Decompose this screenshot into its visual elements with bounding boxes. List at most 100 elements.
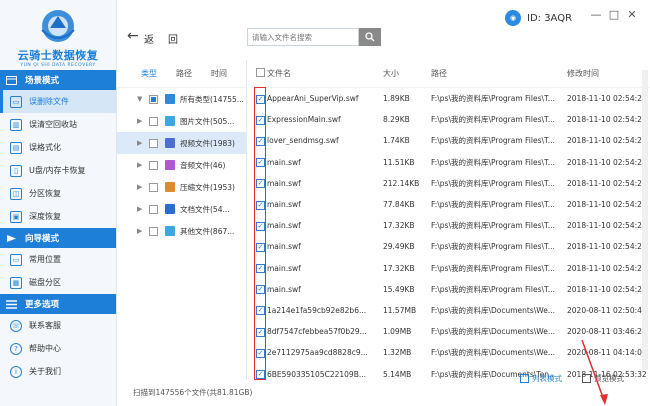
tree-row[interactable]: ▶ 压缩文件(1953) (117, 176, 246, 198)
table-row[interactable]: ✓ AppearAni_SuperVip.swf 1.89KB F:\ps\我的资料库… (250, 88, 650, 110)
tree-row[interactable]: ▶ 音频文件(46) (117, 154, 246, 176)
tree-checkbox[interactable] (149, 204, 158, 214)
table-row[interactable]: ✓ main.swf 11.51KB F:\ps\我的资料库\Program File… (250, 152, 650, 173)
table-row[interactable]: ✓ main.swf 77.84KB F:\ps\我的资料库\Program File… (250, 194, 650, 215)
table-row[interactable]: ✓ lover_sendmsg.swf 1.74KB F:\ps\我的资料库\Prog… (250, 130, 650, 152)
sidebar-item-deleted-files[interactable]: ▭ 误删除文件 (0, 90, 116, 113)
table-row[interactable]: ✓ ExpressionMain.swf 8.29KB F:\ps\我的资料库\Pro… (250, 109, 650, 130)
row-checkbox[interactable]: ✓ (256, 158, 265, 168)
tree-row[interactable]: ▶ 文档文件(54... (117, 198, 246, 220)
header-name[interactable]: 文件名 (267, 68, 383, 79)
tree-checkbox[interactable] (149, 116, 158, 126)
row-checkbox[interactable]: ✓ (256, 264, 265, 274)
tree-row-label: 其他文件(867... (180, 226, 235, 236)
search-button[interactable] (359, 28, 381, 46)
sidebar-item-format[interactable]: ▤ 误格式化 (0, 136, 116, 159)
table-row[interactable]: ✓ 8df7547cfebbea57f0b29... 1.09MB F:\ps\我的资… (250, 321, 650, 342)
group-scene-mode[interactable]: 场景模式 (0, 70, 116, 90)
chevron-right-icon[interactable]: ▶ (137, 183, 145, 191)
tree-checkbox[interactable] (149, 94, 158, 104)
scrollbar[interactable] (642, 70, 648, 370)
chevron-down-icon[interactable]: ▼ (137, 95, 145, 103)
home-button[interactable]: 回 (168, 31, 178, 46)
sidebar-item-deep-recovery[interactable]: ▣ 深度恢复 (0, 205, 116, 228)
table-row[interactable]: ✓ main.swf 17.32KB F:\ps\我的资料库\Program File… (250, 215, 650, 237)
tab-path[interactable]: 路径 (176, 68, 192, 79)
tree-checkbox[interactable] (149, 226, 158, 236)
list-view-icon (520, 374, 529, 383)
back-arrow-icon[interactable]: ← (127, 28, 139, 44)
file-path: F:\ps\我的资料库\Program Files\T... (431, 178, 555, 188)
file-name: 6BE590335105C22109B... (267, 369, 366, 379)
logo-title: 云骑士数据恢复 (17, 49, 99, 62)
headset-icon: ☏ (10, 319, 22, 332)
tree-row-label: 图片文件(505... (180, 116, 235, 126)
select-all-checkbox[interactable] (256, 68, 265, 77)
table-row[interactable]: ✓ 2e7112975aa9cd8828c9... 1.32MB F:\ps\我的资料… (250, 342, 650, 364)
group-wizard-mode[interactable]: 向导模式 (0, 228, 116, 248)
header-date[interactable]: 修改时间 (567, 68, 650, 79)
row-checkbox[interactable]: ✓ (256, 285, 265, 295)
usb-icon: ▯ (10, 164, 22, 177)
row-checkbox[interactable]: ✓ (256, 348, 265, 358)
row-checkbox[interactable]: ✓ (256, 179, 265, 189)
header-path[interactable]: 路径 (431, 68, 567, 79)
row-checkbox[interactable]: ✓ (256, 221, 265, 231)
search-input[interactable] (247, 28, 359, 46)
file-date: 2018-11-10 02:54:22 (567, 221, 647, 231)
tree-row[interactable]: ▶ 图片文件(505... (117, 110, 246, 132)
file-type-icon (165, 182, 175, 192)
tree-row-label: 压缩文件(1953) (180, 182, 235, 192)
preview-mode-label: 预览模式 (594, 374, 624, 383)
sidebar-item-disk-partition[interactable]: ▦ 磁盘分区 (0, 271, 116, 294)
tree-checkbox[interactable] (149, 160, 158, 170)
preview-mode-button[interactable]: 预览模式 (582, 373, 624, 384)
chevron-right-icon[interactable]: ▶ (137, 161, 145, 169)
sidebar-item-help[interactable]: ? 帮助中心 (0, 337, 116, 360)
row-checkbox[interactable]: ✓ (256, 200, 265, 210)
chevron-right-icon[interactable]: ▶ (137, 117, 145, 125)
row-checkbox[interactable]: ✓ (256, 242, 265, 252)
back-button[interactable]: 返 (144, 31, 154, 46)
table-row[interactable]: ✓ main.swf 15.49KB F:\ps\我的资料库\Program File… (250, 279, 650, 300)
sidebar-item-common-locations[interactable]: ▭ 常用位置 (0, 248, 116, 271)
table-row[interactable]: ✓ main.swf 29.49KB F:\ps\我的资料库\Program File… (250, 236, 650, 257)
sidebar-item-usb[interactable]: ▯ U盘/内存卡恢复 (0, 159, 116, 182)
table-row[interactable]: ✓ main.swf 17.32KB F:\ps\我的资料库\Program File… (250, 257, 650, 279)
tree-checkbox[interactable] (149, 138, 158, 148)
minimize-icon[interactable]: — (590, 8, 602, 21)
sidebar-item-about[interactable]: i 关于我们 (0, 360, 116, 383)
row-checkbox[interactable]: ✓ (256, 94, 265, 104)
tab-type[interactable]: 类型 (141, 68, 157, 79)
tree-row[interactable]: ▶ 视频文件(1983) (117, 132, 246, 154)
row-checkbox[interactable]: ✓ (256, 115, 265, 125)
sidebar-item-partition[interactable]: ◫ 分区恢复 (0, 182, 116, 205)
chevron-right-icon[interactable]: ▶ (137, 139, 145, 147)
file-path: F:\ps\我的资料库\Documents\We... (431, 327, 556, 337)
chevron-right-icon[interactable]: ▶ (137, 227, 145, 235)
table-row[interactable]: ✓ main.swf 212.14KB F:\ps\我的资料库\Program Fil… (250, 172, 650, 194)
row-checkbox[interactable]: ✓ (256, 306, 265, 316)
row-checkbox[interactable]: ✓ (256, 136, 265, 146)
tab-time[interactable]: 时间 (211, 68, 227, 79)
file-path: F:\ps\我的资料库\Documents\We... (431, 348, 556, 358)
close-icon[interactable]: ✕ (626, 8, 638, 21)
menu-icon (6, 299, 17, 310)
file-size: 77.84KB (383, 200, 415, 210)
tree-row[interactable]: ▶ 其他文件(867... (117, 220, 246, 242)
group-more-options[interactable]: 更多选项 (0, 294, 116, 314)
table-row[interactable]: ✓ 1a214e1fa59cb92e82b6... 11.57MB F:\ps\我的资… (250, 299, 650, 322)
row-checkbox[interactable]: ✓ (256, 327, 265, 337)
user-area[interactable]: ◉ ID: 3AQR (505, 10, 572, 26)
sidebar-item-contact[interactable]: ☏ 联系客服 (0, 314, 116, 337)
row-checkbox[interactable]: ✓ (256, 370, 265, 380)
sidebar-item-recycle-bin[interactable]: ▥ 误清空回收站 (0, 113, 116, 136)
user-id: ID: 3AQR (527, 12, 573, 24)
maximize-icon[interactable]: □ (608, 8, 620, 21)
tree-checkbox[interactable] (149, 182, 158, 192)
preview-view-icon (582, 374, 591, 383)
tree-row[interactable]: ▼ 所有类型(14755... (117, 88, 246, 110)
list-mode-button[interactable]: 列表模式 (520, 373, 562, 384)
header-size[interactable]: 大小 (383, 68, 431, 79)
chevron-right-icon[interactable]: ▶ (137, 205, 145, 213)
